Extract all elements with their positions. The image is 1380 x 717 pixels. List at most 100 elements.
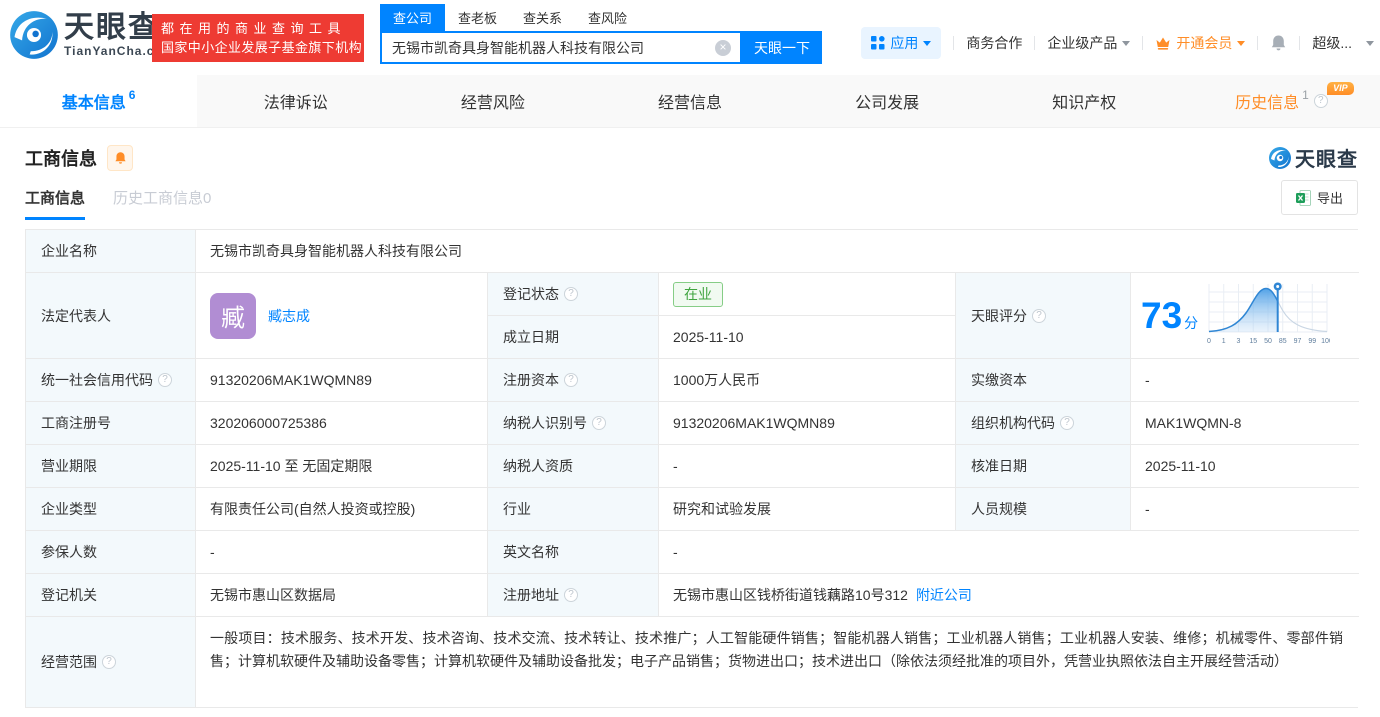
industry-value: 研究和试验发展 (659, 488, 956, 531)
taxpayer-quality-value: - (659, 445, 956, 488)
tab-label: 法律诉讼 (263, 95, 328, 112)
crown-icon (1156, 37, 1170, 50)
tab-label: 基本信息 (61, 95, 126, 112)
tab-history-info[interactable]: VIP 历史信息 1 ? (1183, 75, 1380, 127)
tab-label: 公司发展 (855, 95, 920, 112)
tab-label: 经营信息 (657, 95, 722, 112)
menu-divider (1299, 36, 1301, 50)
credit-code-value: 91320206MAK1WQMN89 (196, 359, 488, 402)
promo-badge: 都在用的商业查询工具 国家中小企业发展子基金旗下机构 (152, 14, 364, 62)
apps-label: 应用 (890, 35, 919, 51)
monitor-bell-button[interactable] (107, 144, 133, 171)
reg-authority-label: 登记机关 (26, 574, 196, 617)
menu-divider (1034, 36, 1036, 50)
export-label: 导出 (1316, 191, 1343, 206)
svg-text:85: 85 (1279, 338, 1287, 345)
staff-size-value: - (1131, 488, 1359, 531)
help-icon[interactable]: ? (564, 588, 578, 602)
paid-capital-value: - (1131, 359, 1359, 402)
help-icon[interactable]: ? (1313, 94, 1328, 108)
tab-legal-litigation[interactable]: 法律诉讼 (197, 75, 394, 127)
tab-count: 6 (128, 88, 136, 102)
svg-text:15: 15 (1250, 338, 1258, 345)
business-scope-value: 一般项目：技术服务、技术开发、技术咨询、技术交流、技术转让、技术推广；人工智能硬… (196, 617, 1359, 707)
search-tab-boss[interactable]: 查老板 (445, 4, 510, 31)
user-menu[interactable]: 超级... (1312, 33, 1352, 53)
legal-rep-name-link[interactable]: 臧志成 (268, 306, 310, 326)
search-button[interactable]: 天眼一下 (742, 31, 822, 64)
subtab-history-business-info[interactable]: 历史工商信息0 (113, 187, 211, 220)
search-tab-risk[interactable]: 查风险 (575, 4, 640, 31)
status-badge: 在业 (673, 281, 723, 307)
score-label: 天眼评分? (956, 273, 1131, 359)
establish-date-value: 2025-11-10 (659, 316, 956, 359)
help-icon[interactable]: ? (1060, 416, 1074, 430)
credit-code-label: 统一社会信用代码? (26, 359, 196, 402)
chevron-down-icon (1237, 40, 1246, 46)
score-distribution-chart[interactable]: 0 1 3 15 50 85 97 99 100 (1206, 280, 1330, 352)
search-tab-company[interactable]: 查公司 (380, 4, 446, 31)
tab-company-development[interactable]: 公司发展 (789, 75, 986, 127)
menu-enterprise[interactable]: 企业级产品 (1047, 33, 1131, 53)
svg-text:3: 3 (1237, 338, 1241, 345)
search-tab-relation[interactable]: 查关系 (510, 4, 575, 31)
insured-count-label: 参保人数 (26, 531, 196, 574)
excel-icon (1295, 189, 1311, 206)
bell-icon[interactable] (1270, 34, 1287, 52)
chevron-down-icon (923, 40, 932, 46)
menu-cooperation[interactable]: 商务合作 (966, 33, 1022, 53)
score-value: 73 分 0 1 3 15 50 85 97 99 10 (1131, 273, 1359, 359)
username-label: 超级... (1312, 35, 1352, 51)
english-name-value: - (659, 531, 1359, 574)
business-info-table: 企业名称 无锡市凯奇具身智能机器人科技有限公司 法定代表人 臧 臧志成 登记状态… (25, 229, 1359, 708)
menu-vip[interactable]: 开通会员 (1155, 33, 1246, 53)
company-type-label: 企业类型 (26, 488, 196, 531)
approve-date-label: 核准日期 (956, 445, 1131, 488)
business-scope-label: 经营范围? (26, 617, 196, 707)
help-icon[interactable]: ? (564, 287, 578, 301)
help-icon[interactable]: ? (592, 416, 606, 430)
svg-text:1: 1 (1222, 338, 1226, 345)
business-term-value: 2025-11-10 至 无固定期限 (196, 445, 488, 488)
tab-count: 1 (1302, 88, 1309, 102)
help-icon[interactable]: ? (158, 373, 172, 387)
nearby-companies-link[interactable]: 附近公司 (916, 585, 972, 605)
help-icon[interactable]: ? (564, 373, 578, 387)
tab-business-risk[interactable]: 经营风险 (394, 75, 591, 127)
export-button[interactable]: 导出 (1280, 180, 1358, 215)
watermark-logo: 天眼查 (1268, 143, 1358, 172)
tab-label: 经营风险 (460, 95, 525, 112)
tab-intellectual-property[interactable]: 知识产权 (986, 75, 1183, 127)
org-code-label: 组织机构代码? (956, 402, 1131, 445)
menu-divider (1257, 36, 1259, 50)
clear-icon[interactable]: × (715, 39, 731, 56)
vip-label: 开通会员 (1176, 35, 1233, 51)
score-axis-ticks: 0 1 3 15 50 85 97 99 100 (1207, 338, 1330, 345)
svg-text:50: 50 (1264, 338, 1272, 345)
tab-basic-info[interactable]: 基本信息 6 (0, 75, 198, 127)
chevron-down-icon[interactable] (1366, 40, 1374, 46)
help-icon[interactable]: ? (1032, 308, 1046, 323)
promo-line-2: 国家中小企业发展子基金旗下机构 (161, 40, 363, 55)
subtab-business-info[interactable]: 工商信息 (25, 187, 86, 220)
search-input[interactable] (382, 39, 715, 56)
tianyancha-logo-icon (10, 11, 58, 59)
top-navbar: 天眼查 TianYanCha.com 都在用的商业查询工具 国家中小企业发展子基… (0, 0, 1380, 75)
section-title: 工商信息 (25, 148, 97, 169)
reg-address-value: 无锡市惠山区钱桥街道钱藕路10号312 附近公司 (659, 574, 1359, 617)
tianyancha-logo-icon (1269, 146, 1291, 169)
reg-number-label: 工商注册号 (26, 402, 196, 445)
svg-text:100: 100 (1321, 338, 1330, 345)
establish-date-label: 成立日期 (488, 316, 659, 359)
svg-text:0: 0 (1207, 338, 1211, 345)
help-icon[interactable]: ? (102, 655, 116, 669)
menu-divider (953, 36, 955, 50)
chevron-down-icon (1122, 40, 1131, 46)
avatar[interactable]: 臧 (210, 292, 256, 339)
score-number: 73 (1141, 295, 1183, 336)
tianyancha-logo[interactable]: 天眼查 TianYanCha.com (8, 9, 174, 61)
paid-capital-label: 实缴资本 (956, 359, 1131, 402)
tab-business-info[interactable]: 经营信息 (591, 75, 788, 127)
reg-address-label: 注册地址? (488, 574, 659, 617)
apps-menu[interactable]: 应用 (861, 27, 942, 59)
